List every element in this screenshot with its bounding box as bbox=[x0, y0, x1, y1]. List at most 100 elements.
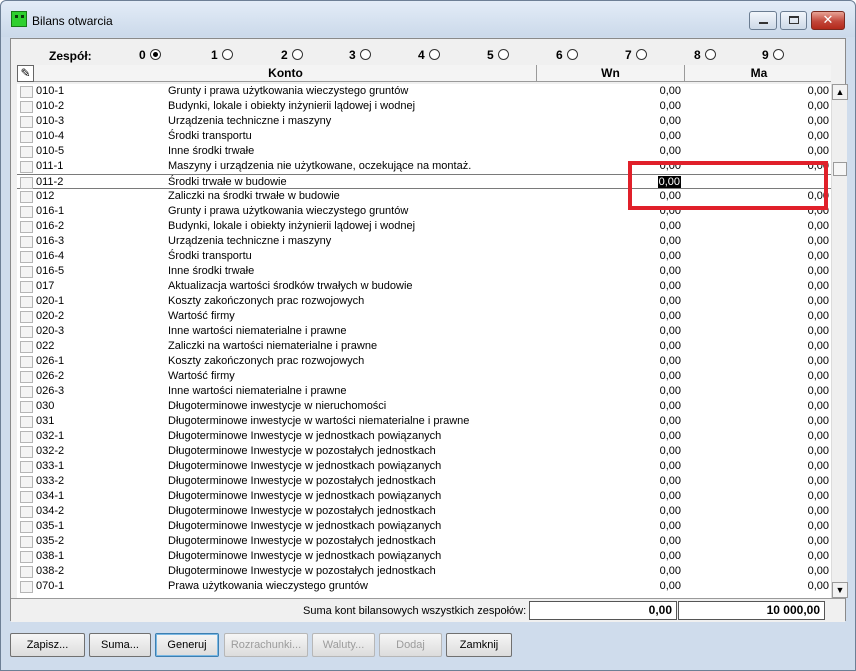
radio-button[interactable] bbox=[635, 49, 647, 60]
ma-cell[interactable]: 0,00 bbox=[685, 490, 829, 502]
ma-cell[interactable]: 0,00 bbox=[685, 145, 829, 157]
table-row[interactable]: 033-2 Długoterminowe Inwestycje w pozosta… bbox=[17, 474, 831, 489]
minimize-button[interactable] bbox=[749, 11, 777, 30]
ma-cell[interactable]: 0,00 bbox=[685, 415, 829, 427]
table-row[interactable]: 033-1 Długoterminowe Inwestycje w jednost… bbox=[17, 459, 831, 474]
ma-cell[interactable]: 0,00 bbox=[685, 115, 829, 127]
radio-button[interactable] bbox=[772, 49, 784, 60]
wn-cell[interactable]: 0,00 bbox=[537, 280, 681, 292]
row-selector[interactable] bbox=[20, 177, 33, 189]
row-selector[interactable] bbox=[20, 86, 33, 98]
column-header-konto[interactable]: Konto bbox=[35, 65, 537, 82]
ma-cell[interactable]: 0,00 bbox=[685, 550, 829, 562]
ma-cell[interactable]: 0,00 bbox=[685, 235, 829, 247]
row-selector[interactable] bbox=[20, 341, 33, 353]
wn-cell[interactable]: 0,00 bbox=[537, 310, 681, 322]
ma-cell[interactable]: 0,00 bbox=[685, 445, 829, 457]
wn-cell[interactable]: 0,00 bbox=[537, 580, 681, 592]
row-selector[interactable] bbox=[20, 206, 33, 218]
ma-cell[interactable]: 0,00 bbox=[685, 370, 829, 382]
row-selector[interactable] bbox=[20, 521, 33, 533]
ma-cell[interactable]: 0,00 bbox=[685, 340, 829, 352]
vertical-scrollbar[interactable]: ▲ ▼ bbox=[831, 84, 848, 598]
wn-cell[interactable]: 0,00 bbox=[537, 100, 681, 112]
row-selector[interactable] bbox=[20, 386, 33, 398]
button-suma[interactable]: Suma... bbox=[89, 633, 151, 657]
row-selector[interactable] bbox=[20, 236, 33, 248]
wn-cell[interactable]: 0,00 bbox=[537, 505, 681, 517]
table-row[interactable]: 070-1 Prawa użytkowania wieczystego grunt… bbox=[17, 579, 831, 594]
wn-cell[interactable]: 0,00 bbox=[537, 220, 681, 232]
wn-cell[interactable]: 0,00 bbox=[537, 85, 681, 97]
row-selector[interactable] bbox=[20, 101, 33, 113]
wn-cell[interactable]: 0,00 bbox=[537, 490, 681, 502]
wn-cell[interactable]: 0,00 bbox=[537, 445, 681, 457]
scroll-down-button[interactable]: ▼ bbox=[832, 582, 848, 598]
ma-cell[interactable]: 0,00 bbox=[685, 325, 829, 337]
table-row[interactable]: 035-1 Długoterminowe Inwestycje w jednost… bbox=[17, 519, 831, 534]
table-row[interactable]: 010-2 Budynki, lokale i obiekty inżynieri… bbox=[17, 99, 831, 114]
table-row[interactable]: 016-5 Inne środki trwałe 0,00 0,00 bbox=[17, 264, 831, 279]
zespol-option-1[interactable]: 1 bbox=[211, 48, 233, 62]
zespol-option-8[interactable]: 8 bbox=[694, 48, 716, 62]
button-generuj[interactable]: Generuj bbox=[155, 633, 219, 657]
zespol-option-4[interactable]: 4 bbox=[418, 48, 440, 62]
ma-cell[interactable]: 0,00 bbox=[685, 430, 829, 442]
column-header-ma[interactable]: Ma bbox=[685, 65, 833, 82]
ma-cell[interactable]: 0,00 bbox=[685, 535, 829, 547]
zespol-option-9[interactable]: 9 bbox=[762, 48, 784, 62]
table-row[interactable]: 026-1 Koszty zakończonych prac rozwojowyc… bbox=[17, 354, 831, 369]
ma-cell[interactable]: 0,00 bbox=[685, 475, 829, 487]
row-selector[interactable] bbox=[20, 506, 33, 518]
row-selector[interactable] bbox=[20, 461, 33, 473]
row-selector[interactable] bbox=[20, 551, 33, 563]
table-row[interactable]: 030 Długoterminowe inwestycje w nieruchom… bbox=[17, 399, 831, 414]
radio-button[interactable] bbox=[291, 49, 303, 60]
ma-cell[interactable]: 0,00 bbox=[685, 265, 829, 277]
wn-cell[interactable]: 0,00 bbox=[537, 565, 681, 577]
wn-cell[interactable]: 0,00 bbox=[537, 475, 681, 487]
table-row[interactable]: 010-3 Urządzenia techniczne i maszyny 0,00… bbox=[17, 114, 831, 129]
wn-cell[interactable]: 0,00 bbox=[537, 535, 681, 547]
wn-cell[interactable]: 0,00 bbox=[537, 355, 681, 367]
ma-cell[interactable]: 0,00 bbox=[685, 130, 829, 142]
table-row[interactable]: 010-5 Inne środki trwałe 0,00 0,00 bbox=[17, 144, 831, 159]
scroll-thumb[interactable] bbox=[833, 162, 847, 176]
wn-cell[interactable]: 0,00 bbox=[537, 520, 681, 532]
table-row[interactable]: 031 Długoterminowe inwestycje w wartości … bbox=[17, 414, 831, 429]
row-selector[interactable] bbox=[20, 356, 33, 368]
column-header-wn[interactable]: Wn bbox=[537, 65, 685, 82]
ma-cell[interactable]: 0,00 bbox=[685, 505, 829, 517]
row-selector[interactable] bbox=[20, 251, 33, 263]
wn-cell[interactable]: 0,00 bbox=[537, 550, 681, 562]
wn-cell[interactable]: 0,00 bbox=[537, 325, 681, 337]
button-zamknij[interactable]: Zamknij bbox=[446, 633, 512, 657]
wn-cell[interactable]: 0,00 bbox=[537, 265, 681, 277]
ma-cell[interactable]: 0,00 bbox=[685, 295, 829, 307]
radio-button[interactable] bbox=[428, 49, 440, 60]
row-selector[interactable] bbox=[20, 116, 33, 128]
button-dodaj[interactable]: Dodaj bbox=[379, 633, 442, 657]
ma-cell[interactable]: 0,00 bbox=[685, 310, 829, 322]
ma-cell[interactable]: 0,00 bbox=[685, 460, 829, 472]
table-row[interactable]: 017 Aktualizacja wartości środków trwałyc… bbox=[17, 279, 831, 294]
wn-cell[interactable]: 0,00 bbox=[537, 460, 681, 472]
zespol-option-0[interactable]: 0 bbox=[139, 48, 161, 62]
radio-button[interactable] bbox=[359, 49, 371, 60]
zespol-option-5[interactable]: 5 bbox=[487, 48, 509, 62]
row-selector[interactable] bbox=[20, 326, 33, 338]
zespol-option-6[interactable]: 6 bbox=[556, 48, 578, 62]
radio-button[interactable] bbox=[566, 49, 578, 60]
button-rozrachunki[interactable]: Rozrachunki... bbox=[224, 633, 308, 657]
row-selector[interactable] bbox=[20, 131, 33, 143]
zespol-option-3[interactable]: 3 bbox=[349, 48, 371, 62]
wn-cell[interactable]: 0,00 bbox=[537, 295, 681, 307]
table-row[interactable]: 022 Zaliczki na wartości niematerialne i … bbox=[17, 339, 831, 354]
wn-cell[interactable]: 0,00 bbox=[537, 250, 681, 262]
radio-button[interactable] bbox=[221, 49, 233, 60]
table-row[interactable]: 026-3 Inne wartości niematerialne i prawn… bbox=[17, 384, 831, 399]
table-row[interactable]: 026-2 Wartość firmy 0,00 0,00 bbox=[17, 369, 831, 384]
wn-cell[interactable]: 0,00 bbox=[537, 340, 681, 352]
row-selector[interactable] bbox=[20, 566, 33, 578]
table-row[interactable]: 034-2 Długoterminowe Inwestycje w pozosta… bbox=[17, 504, 831, 519]
